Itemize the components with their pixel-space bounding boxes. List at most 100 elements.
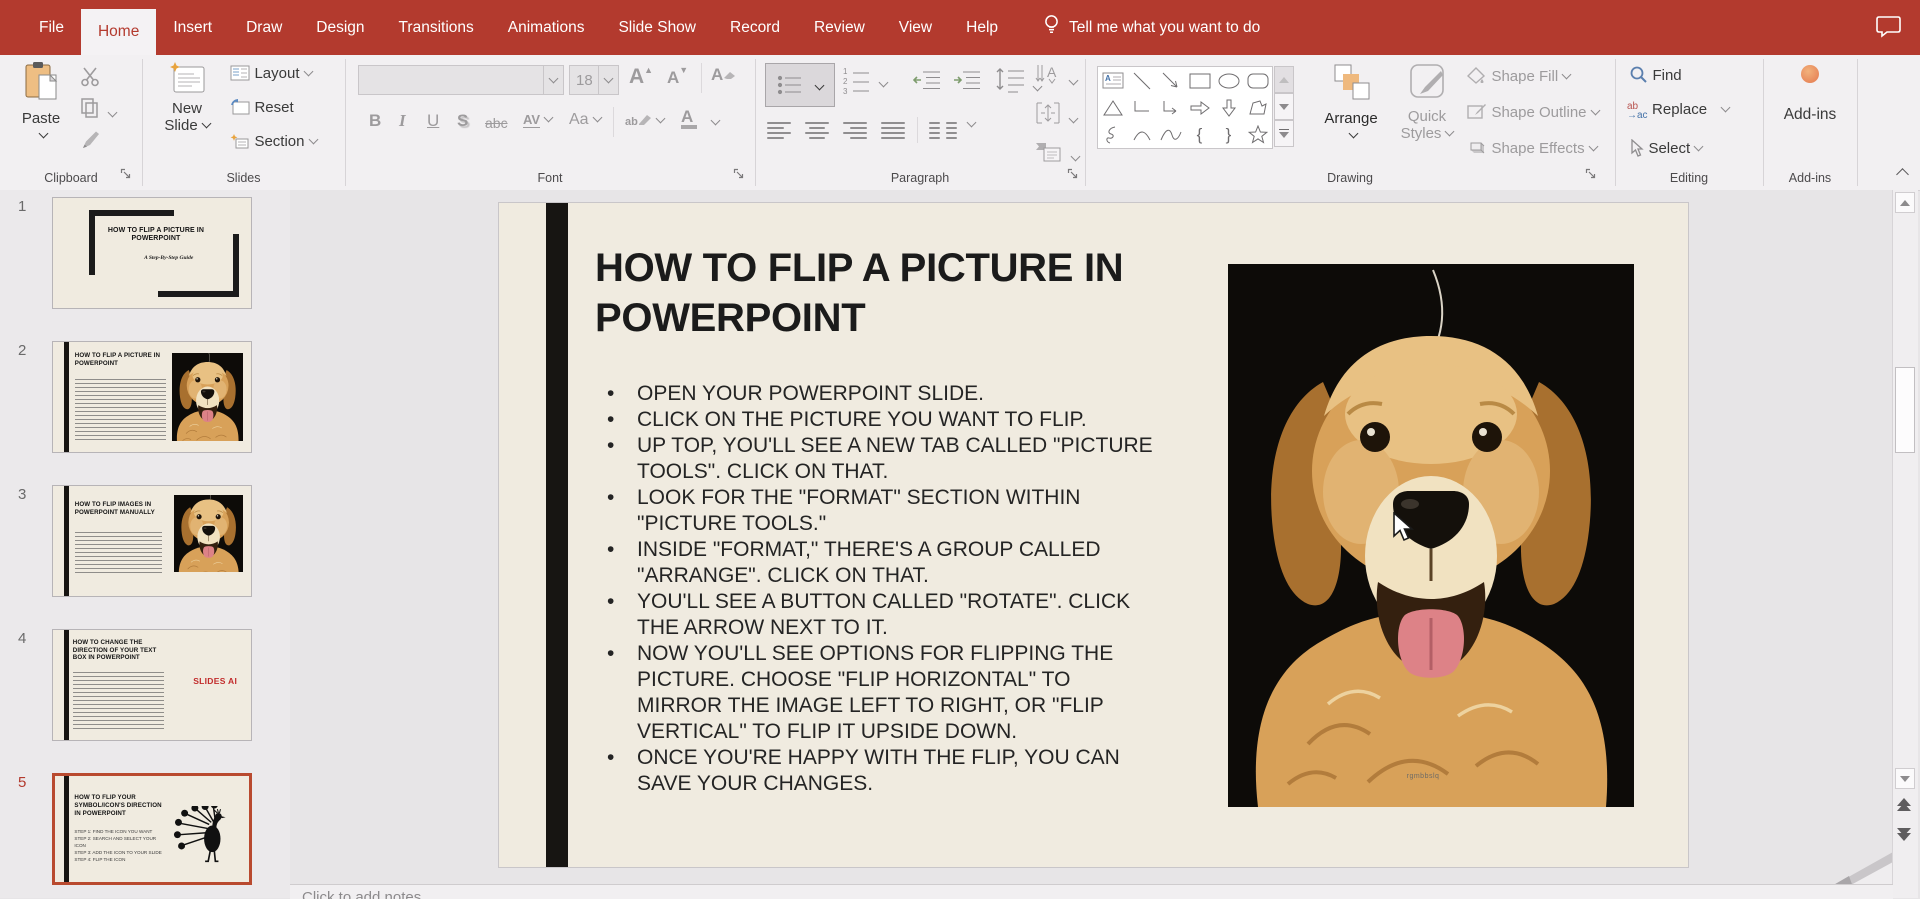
slide-title[interactable]: HOW TO FLIP A PICTURE IN POWERPOINT xyxy=(595,243,1195,344)
increase-indent-button[interactable] xyxy=(953,69,981,96)
shape-scribble-icon[interactable] xyxy=(1098,121,1127,148)
reset-button[interactable]: Reset xyxy=(230,99,294,117)
shape-right-brace-icon[interactable]: } xyxy=(1214,121,1243,148)
shapes-scroll-up[interactable] xyxy=(1274,66,1294,93)
grow-font-button[interactable]: A▲ xyxy=(629,65,653,89)
tab-file[interactable]: File xyxy=(22,0,81,55)
new-slide-button[interactable]: New Slide xyxy=(156,61,218,134)
select-button[interactable]: Select xyxy=(1629,139,1702,158)
lightbulb-icon xyxy=(1043,14,1060,41)
scrollbar-thumb[interactable] xyxy=(1895,367,1915,453)
align-text-button[interactable] xyxy=(1035,101,1077,130)
tab-design[interactable]: Design xyxy=(299,0,381,55)
shape-rounded-rectangle-icon[interactable] xyxy=(1243,67,1272,94)
tab-insert[interactable]: Insert xyxy=(156,0,229,55)
current-slide[interactable]: HOW TO FLIP A PICTURE IN POWERPOINT OPEN… xyxy=(498,202,1689,868)
columns-button[interactable] xyxy=(929,119,975,139)
text-shadow-button[interactable]: S xyxy=(457,111,468,131)
shape-arc-icon[interactable] xyxy=(1127,121,1156,148)
arrange-button[interactable]: Arrange xyxy=(1313,63,1389,145)
dog-picture[interactable]: rgmbbslq xyxy=(1228,264,1634,807)
shape-oval-icon[interactable] xyxy=(1214,67,1243,94)
shape-curve-icon[interactable] xyxy=(1156,121,1185,148)
shape-outline-button[interactable]: Shape Outline xyxy=(1467,103,1599,122)
shape-elbow-icon[interactable] xyxy=(1127,94,1156,121)
new-slide-chevron xyxy=(201,119,211,129)
addins-button[interactable]: Add-ins xyxy=(1763,65,1857,124)
tab-transitions[interactable]: Transitions xyxy=(382,0,491,55)
tab-help[interactable]: Help xyxy=(949,0,1015,55)
highlight-color-button[interactable]: ab xyxy=(625,111,664,130)
section-button[interactable]: Section xyxy=(230,133,317,151)
tab-draw[interactable]: Draw xyxy=(229,0,299,55)
shape-fill-button[interactable]: Shape Fill xyxy=(1467,67,1570,86)
tab-review[interactable]: Review xyxy=(797,0,882,55)
tell-me-label: Tell me what you want to do xyxy=(1069,19,1260,37)
font-size-combobox[interactable]: 18 xyxy=(569,65,619,95)
previous-slide-button[interactable] xyxy=(1897,798,1911,811)
scroll-down-button[interactable] xyxy=(1895,768,1915,789)
align-right-button[interactable] xyxy=(843,119,867,139)
bold-button[interactable]: B xyxy=(369,111,381,131)
replace-button[interactable]: ab →ac Replace xyxy=(1627,101,1729,120)
copy-button[interactable] xyxy=(80,97,116,124)
change-case-button[interactable]: Aa xyxy=(569,111,601,129)
shape-freeform-icon[interactable] xyxy=(1243,94,1272,121)
shape-effects-button[interactable]: Shape Effects xyxy=(1467,139,1597,158)
layout-button[interactable]: Layout xyxy=(230,65,312,83)
paste-button[interactable]: Paste xyxy=(14,61,68,145)
cut-button[interactable] xyxy=(80,67,102,92)
font-color-button[interactable]: A xyxy=(681,109,697,129)
tab-home[interactable]: Home xyxy=(81,9,156,55)
shape-down-arrow-icon[interactable] xyxy=(1214,94,1243,121)
format-painter-button[interactable] xyxy=(80,129,102,156)
bullets-button[interactable] xyxy=(765,63,835,107)
justify-button[interactable] xyxy=(881,119,905,139)
align-left-button[interactable] xyxy=(767,119,791,139)
tab-animations[interactable]: Animations xyxy=(491,0,602,55)
tab-slide-show[interactable]: Slide Show xyxy=(601,0,713,55)
clear-formatting-button[interactable]: A xyxy=(711,65,736,85)
shape-textbox-icon[interactable]: A xyxy=(1098,67,1127,94)
scroll-up-button[interactable] xyxy=(1895,192,1915,213)
slide-2-thumbnail[interactable]: HOW TO FLIP A PICTURE IN POWERPOINT xyxy=(52,341,252,453)
tell-me-box[interactable]: Tell me what you want to do xyxy=(1043,0,1260,55)
align-center-button[interactable] xyxy=(805,119,829,139)
tab-view[interactable]: View xyxy=(882,0,949,55)
shapes-scroll-down[interactable] xyxy=(1274,93,1294,120)
comments-icon[interactable] xyxy=(1875,16,1902,43)
slide-5-thumbnail[interactable]: HOW TO FLIP YOUR SYMBOL/ICON'S DIRECTION… xyxy=(52,773,252,885)
slide-4-thumbnail[interactable]: HOW TO CHANGE THE DIRECTION OF YOUR TEXT… xyxy=(52,629,252,741)
quick-styles-button[interactable]: Quick Styles xyxy=(1391,63,1463,142)
numbering-button[interactable]: 123 xyxy=(843,67,887,97)
shape-line-icon[interactable] xyxy=(1127,67,1156,94)
shape-triangle-icon[interactable] xyxy=(1098,94,1127,121)
font-name-combobox[interactable] xyxy=(358,65,564,95)
convert-smartart-button[interactable] xyxy=(1035,139,1079,168)
shape-star-icon[interactable] xyxy=(1243,121,1272,148)
italic-button[interactable]: I xyxy=(399,111,406,131)
tab-record[interactable]: Record xyxy=(713,0,797,55)
shape-arrow-icon[interactable] xyxy=(1156,67,1185,94)
slide-3-thumbnail[interactable]: HOW TO FLIP IMAGES IN POWERPOINT MANUALL… xyxy=(52,485,252,597)
slide-1-thumbnail[interactable]: HOW TO FLIP A PICTURE IN POWERPOINT A St… xyxy=(52,197,252,309)
notes-pane[interactable]: Click to add notes xyxy=(290,884,1893,899)
slide-2-number: 2 xyxy=(18,342,26,359)
shape-left-brace-icon[interactable]: { xyxy=(1185,121,1214,148)
shape-right-arrow-icon[interactable] xyxy=(1185,94,1214,121)
shapes-more-button[interactable] xyxy=(1274,120,1294,147)
shape-rectangle-icon[interactable] xyxy=(1185,67,1214,94)
collapse-ribbon-button[interactable] xyxy=(1893,164,1907,182)
slide-body-text[interactable]: OPEN YOUR POWERPOINT SLIDE. CLICK ON THE… xyxy=(595,381,1160,797)
next-slide-button[interactable] xyxy=(1897,828,1911,841)
font-size-dropdown[interactable] xyxy=(598,66,618,94)
find-button[interactable]: Find xyxy=(1629,65,1682,85)
font-name-dropdown[interactable] xyxy=(543,66,563,94)
text-direction-button[interactable]: A xyxy=(1035,63,1077,92)
strikethrough-button[interactable]: abc xyxy=(485,115,508,133)
underline-button[interactable]: U xyxy=(427,111,439,131)
shrink-font-button[interactable]: A▼ xyxy=(667,65,688,88)
decrease-indent-button[interactable] xyxy=(913,69,941,96)
character-spacing-button[interactable]: AV xyxy=(523,111,552,129)
shape-elbow-arrow-icon[interactable] xyxy=(1156,94,1185,121)
